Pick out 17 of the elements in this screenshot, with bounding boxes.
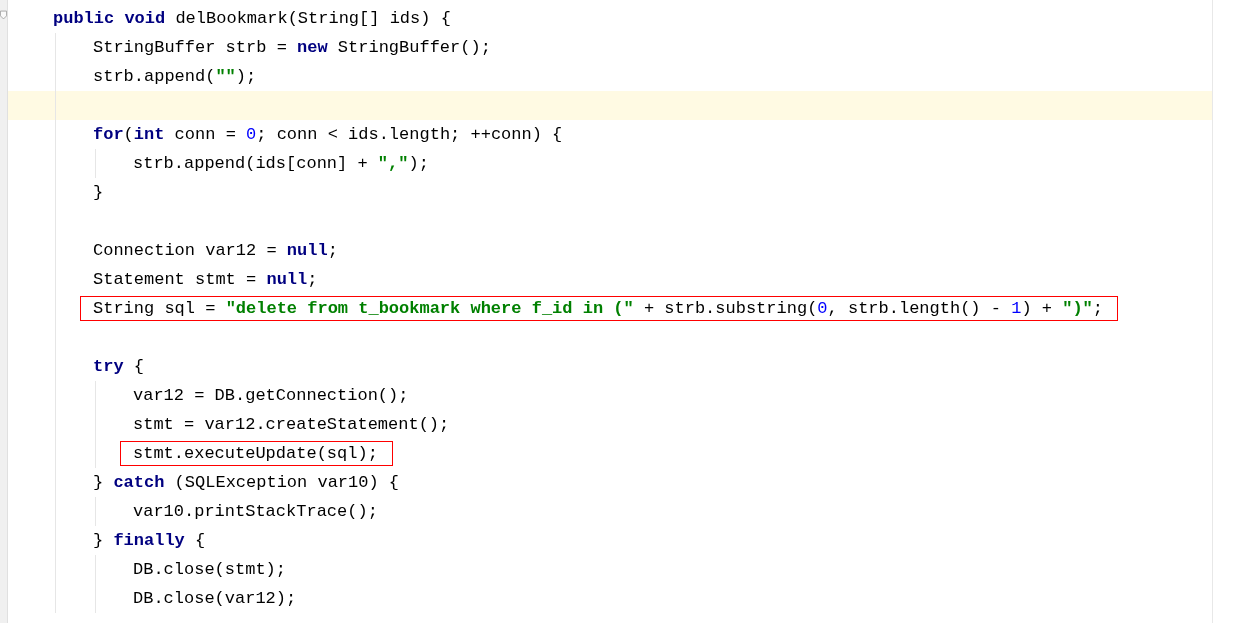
code-line: } finally { [93,530,206,552]
code-line: for(int conn = 0; conn < ids.length; ++conn) { [93,124,563,146]
fold-icon[interactable] [0,9,7,20]
code-line: stmt = var12.createStatement(); [133,414,450,436]
code-line: var12 = DB.getConnection(); [133,385,409,407]
code-line: try { [93,356,144,378]
code-line: strb.append(ids[conn] + ","); [133,153,429,175]
code-line: } catch (SQLException var10) { [93,472,400,494]
code-line: strb.append(""); [93,66,257,88]
code-line: DB.close(stmt); [133,559,287,581]
code-line: Connection var12 = null; [93,240,338,262]
code-line: public void delBookmark(String[] ids) { [53,8,451,30]
code-line: } [93,182,104,204]
code-line: Statement stmt = null; [93,269,318,291]
code-line: var10.printStackTrace(); [133,501,378,523]
code-line: StringBuffer strb = new StringBuffer(); [93,37,491,59]
code-line: DB.close(var12); [133,588,297,610]
